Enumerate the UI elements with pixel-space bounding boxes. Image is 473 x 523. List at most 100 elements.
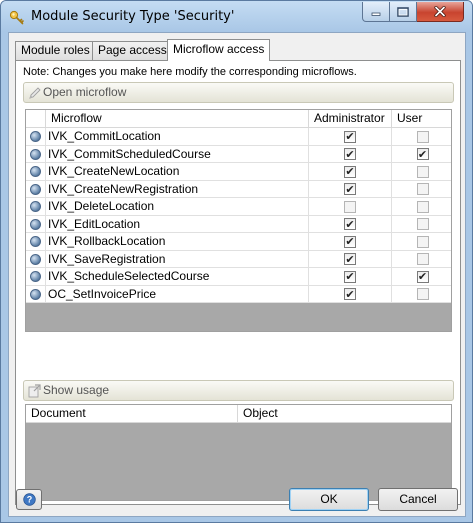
- user-checkbox[interactable]: [416, 165, 429, 178]
- row-indicator: [26, 163, 46, 180]
- microflow-name: IVK_CreateNewLocation: [46, 163, 309, 180]
- table-row[interactable]: IVK_DeleteLocation: [26, 198, 451, 216]
- user-checkbox[interactable]: [416, 288, 429, 300]
- user-checkbox[interactable]: ✔: [416, 148, 429, 160]
- user-cell: [392, 251, 451, 268]
- user-cell: [392, 163, 451, 180]
- table-row[interactable]: IVK_CommitScheduledCourse ✔ ✔: [26, 145, 451, 163]
- open-microflow-button[interactable]: Open microflow: [23, 82, 454, 103]
- cancel-button[interactable]: Cancel: [378, 488, 458, 511]
- microflow-grid-header: Microflow Administrator User: [26, 110, 451, 128]
- minimize-button[interactable]: [362, 2, 390, 22]
- microflow-name: IVK_ScheduleSelectedCourse: [46, 268, 309, 285]
- close-icon: [434, 6, 446, 17]
- window-title: Module Security Type 'Security': [31, 9, 235, 24]
- usage-icon: [28, 384, 41, 398]
- microflow-access-panel: Note: Changes you make here modify the c…: [15, 60, 461, 505]
- table-row[interactable]: IVK_CreateNewLocation ✔: [26, 163, 451, 181]
- administrator-checkbox[interactable]: ✔: [344, 270, 356, 283]
- table-row[interactable]: IVK_RollbackLocation ✔: [26, 233, 451, 251]
- column-header-user[interactable]: User: [392, 110, 451, 128]
- user-checkbox[interactable]: ✔: [416, 270, 429, 283]
- dialog-client-area: Module roles Page access Microflow acces…: [8, 32, 466, 517]
- administrator-checkbox[interactable]: ✔: [344, 148, 356, 160]
- administrator-cell: ✔: [309, 145, 392, 163]
- row-indicator: [26, 180, 46, 198]
- table-row[interactable]: IVK_CommitLocation ✔: [26, 128, 451, 146]
- column-header-microflow[interactable]: Microflow: [46, 110, 309, 128]
- administrator-cell: ✔: [309, 285, 392, 303]
- microflow-icon: [30, 131, 41, 142]
- row-indicator: [26, 198, 46, 215]
- administrator-cell: ✔: [309, 128, 392, 145]
- administrator-checkbox[interactable]: ✔: [344, 165, 356, 178]
- user-checkbox[interactable]: [416, 130, 429, 143]
- table-row[interactable]: IVK_ScheduleSelectedCourse ✔ ✔: [26, 268, 451, 286]
- microflow-icon: [30, 166, 41, 177]
- column-header-administrator[interactable]: Administrator: [309, 110, 392, 128]
- usage-grid-header: Document Object: [26, 405, 451, 423]
- administrator-checkbox[interactable]: [344, 200, 356, 213]
- dialog-window: Module Security Type 'Security' Module r…: [0, 0, 473, 523]
- table-row[interactable]: IVK_CreateNewRegistration ✔: [26, 180, 451, 198]
- row-indicator: [26, 285, 46, 303]
- maximize-icon: [397, 6, 409, 17]
- user-cell: [392, 128, 451, 145]
- row-indicator: [26, 268, 46, 285]
- header-indicator-cell: [26, 110, 46, 128]
- row-indicator: [26, 233, 46, 250]
- tab-page-access[interactable]: Page access: [92, 41, 173, 60]
- administrator-checkbox[interactable]: ✔: [344, 235, 356, 248]
- close-window-button[interactable]: [417, 2, 464, 22]
- maximize-button[interactable]: [390, 2, 417, 22]
- svg-text:?: ?: [26, 495, 32, 505]
- title-bar[interactable]: Module Security Type 'Security': [1, 1, 472, 32]
- microflow-icon: [30, 236, 41, 247]
- administrator-checkbox[interactable]: ✔: [344, 253, 356, 265]
- user-checkbox[interactable]: [416, 200, 429, 213]
- administrator-checkbox[interactable]: ✔: [344, 183, 356, 195]
- column-header-document[interactable]: Document: [26, 405, 238, 423]
- administrator-cell: ✔: [309, 180, 392, 198]
- show-usage-label: Show usage: [43, 383, 110, 397]
- table-row[interactable]: IVK_EditLocation ✔: [26, 215, 451, 233]
- table-row[interactable]: OC_SetInvoicePrice ✔: [26, 285, 451, 303]
- user-checkbox[interactable]: [416, 183, 429, 195]
- row-indicator: [26, 215, 46, 233]
- user-cell: [392, 233, 451, 250]
- help-button[interactable]: ?: [16, 489, 42, 510]
- administrator-cell: ✔: [309, 163, 392, 180]
- user-checkbox[interactable]: [416, 218, 429, 230]
- tab-microflow-access[interactable]: Microflow access: [167, 39, 271, 61]
- user-checkbox[interactable]: [416, 235, 429, 248]
- key-icon: [9, 10, 24, 25]
- ok-button[interactable]: OK: [289, 488, 369, 511]
- user-cell: [392, 181, 451, 198]
- microflow-name: IVK_DeleteLocation: [46, 198, 309, 215]
- show-usage-button[interactable]: Show usage: [23, 380, 454, 401]
- column-header-object[interactable]: Object: [238, 405, 451, 423]
- administrator-checkbox[interactable]: ✔: [344, 288, 356, 300]
- microflow-icon: [30, 253, 41, 265]
- minimize-icon: [371, 12, 381, 16]
- administrator-checkbox[interactable]: ✔: [344, 130, 356, 143]
- user-checkbox[interactable]: [416, 253, 429, 265]
- administrator-cell: [309, 198, 392, 215]
- user-cell: [392, 198, 451, 215]
- user-cell: ✔: [392, 268, 451, 285]
- microflow-name: OC_SetInvoicePrice: [46, 285, 309, 303]
- open-microflow-label: Open microflow: [43, 85, 127, 99]
- user-cell: ✔: [392, 146, 451, 163]
- help-icon: ?: [22, 493, 36, 506]
- row-indicator: [26, 250, 46, 268]
- administrator-checkbox[interactable]: ✔: [344, 218, 356, 230]
- microflow-name: IVK_SaveRegistration: [46, 250, 309, 268]
- tab-module-roles[interactable]: Module roles: [15, 41, 96, 60]
- microflow-name: IVK_CreateNewRegistration: [46, 180, 309, 198]
- table-row[interactable]: IVK_SaveRegistration ✔: [26, 250, 451, 268]
- row-indicator: [26, 145, 46, 163]
- administrator-cell: ✔: [309, 250, 392, 268]
- administrator-cell: ✔: [309, 233, 392, 250]
- microflow-icon: [30, 288, 41, 300]
- note-text: Note: Changes you make here modify the c…: [23, 66, 357, 78]
